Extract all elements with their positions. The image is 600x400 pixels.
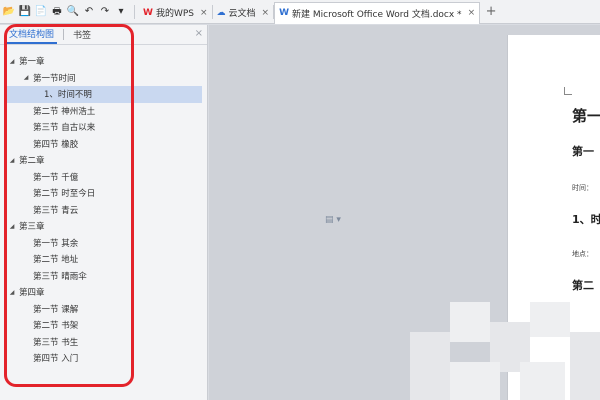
outline-item[interactable]: 第二节 地址 <box>6 251 202 268</box>
expand-caret-icon[interactable]: ◢ <box>8 223 16 230</box>
navigation-pane-tabs: 文档结构图 书签 × <box>0 25 207 45</box>
outline-item-label: 第二节 地址 <box>33 255 79 266</box>
outline-item[interactable]: ◢ 第四章 <box>6 284 202 301</box>
doc-heading-section-2: 第二 <box>572 279 594 292</box>
expand-caret-icon[interactable]: ◢ <box>8 157 16 164</box>
panel-tab-divider <box>63 29 65 40</box>
outline-item-label: 1、时间不明 <box>44 90 92 101</box>
outline-item[interactable]: 第一节 千億 <box>6 169 202 186</box>
outline-item-label: 第一节 千億 <box>33 172 79 183</box>
outline-item-label: 第二节 书架 <box>33 321 79 332</box>
close-icon[interactable]: × <box>195 28 203 39</box>
outline-item[interactable]: 第一节 课解 <box>6 301 202 318</box>
document-outline-tree: ◢ 第一章 ◢ 第一节时间 1、时间不明 第二节 神州浩土 第三节 自古以来 第四节 橡胶 ◢ 第… <box>6 53 202 367</box>
outline-item[interactable]: ◢ 第一节时间 <box>6 70 202 87</box>
outline-item[interactable]: 第二节 书架 <box>6 317 202 334</box>
outline-item-label: 第二章 <box>19 156 45 167</box>
outline-item[interactable]: 第三节 青云 <box>6 202 202 219</box>
close-icon[interactable]: × <box>262 8 270 18</box>
outline-item-label: 第一节 课解 <box>33 304 79 315</box>
tab-document-1[interactable]: ☁ 云文档 × <box>213 2 274 24</box>
print-preview-icon[interactable]: 🔍 <box>66 5 80 19</box>
cloud-icon: ☁ <box>216 7 226 18</box>
outline-item-label: 第三节 晴雨伞 <box>33 271 87 282</box>
outline-item[interactable]: ◢ 第三章 <box>6 218 202 235</box>
outline-item[interactable]: 第二节 时至今日 <box>6 185 202 202</box>
outline-item-label: 第三节 自古以来 <box>33 123 96 134</box>
tab-document-0[interactable]: W 我的WPS × <box>139 2 212 24</box>
outline-item[interactable]: 第四节 入门 <box>6 350 202 367</box>
document-tabs: W 我的WPS × ☁ 云文档 × W 新建 Microsoft Office Word 文档… <box>139 0 481 24</box>
new-tab-button[interactable]: + <box>483 4 499 20</box>
doc-heading-subsection: 1、时 <box>572 213 600 226</box>
dropdown-icon[interactable]: ▾ <box>114 5 128 19</box>
outline-item[interactable]: 第三节 晴雨伞 <box>6 268 202 285</box>
tab-bookmarks[interactable]: 书签 <box>70 26 94 43</box>
outline-item-label: 第四节 橡胶 <box>33 139 79 150</box>
outline-item-label: 第一节时间 <box>33 73 76 84</box>
undo-icon[interactable]: ↶ <box>82 5 96 19</box>
outline-item-label: 第二节 时至今日 <box>33 189 96 200</box>
quick-access-toolbar: 📂 💾 📄 🖶 🔍 ↶ ↷ ▾ <box>0 5 130 19</box>
outline-item-label: 第四节 入门 <box>33 354 79 365</box>
tab-label: 我的WPS <box>155 9 194 19</box>
title-toolbar: 📂 💾 📄 🖶 🔍 ↶ ↷ ▾ W 我的WPS × ☁ 云文档 × W 新建 Microsoft Offic… <box>0 0 600 24</box>
outline-item-label: 第一节 其余 <box>33 238 79 249</box>
navigation-pane: 文档结构图 书签 × ◢ 第一章 ◢ 第一节时间 1、时间不明 第二节 神州浩土 第三节 自… <box>0 25 208 400</box>
print-icon[interactable]: 🖶 <box>50 5 64 19</box>
outline-item[interactable]: 1、时间不明 <box>6 86 202 103</box>
export-icon[interactable]: 📄 <box>34 5 48 19</box>
outline-item[interactable]: 第二节 神州浩土 <box>6 103 202 120</box>
outline-item-label: 第四章 <box>19 288 45 299</box>
close-icon[interactable]: × <box>468 8 476 18</box>
outline-item[interactable]: 第四节 橡胶 <box>6 136 202 153</box>
expand-caret-icon[interactable]: ◢ <box>8 289 16 296</box>
outline-item-label: 第三章 <box>19 222 45 233</box>
toolbar-divider <box>134 4 135 19</box>
wps-logo-icon: W <box>279 8 290 18</box>
outline-item-label: 第一章 <box>19 57 45 68</box>
save-icon[interactable]: 💾 <box>18 5 32 19</box>
page-margin-marker <box>564 87 572 95</box>
outline-item-label: 第三节 青云 <box>33 205 79 216</box>
redo-icon[interactable]: ↷ <box>98 5 112 19</box>
doc-heading-chapter: 第一 <box>572 107 600 125</box>
outline-item-label: 第三节 书生 <box>33 337 79 348</box>
folder-open-icon[interactable]: 📂 <box>2 5 16 19</box>
close-icon[interactable]: × <box>200 8 208 18</box>
outline-item[interactable]: ◢ 第一章 <box>6 53 202 70</box>
paragraph-handle-icon[interactable]: ▤ ▾ <box>325 215 341 225</box>
outline-item-label: 第二节 神州浩土 <box>33 106 96 117</box>
expand-caret-icon[interactable]: ◢ <box>22 74 30 81</box>
doc-text-place: 地点： <box>572 250 593 258</box>
watermark-mosaic <box>410 302 600 400</box>
doc-heading-section: 第一 <box>572 145 594 158</box>
outline-item[interactable]: 第三节 自古以来 <box>6 119 202 136</box>
outline-item[interactable]: ◢ 第二章 <box>6 152 202 169</box>
tab-document-map[interactable]: 文档结构图 <box>6 25 58 44</box>
tab-label: 新建 Microsoft Office Word 文档.docx * <box>292 9 462 20</box>
wps-logo-icon: W <box>143 7 153 18</box>
outline-item[interactable]: 第三节 书生 <box>6 334 202 351</box>
doc-text-time: 时间： <box>572 184 593 192</box>
outline-item[interactable]: 第一节 其余 <box>6 235 202 252</box>
tab-document-2[interactable]: W 新建 Microsoft Office Word 文档.docx * × <box>274 1 481 24</box>
expand-caret-icon[interactable]: ◢ <box>8 58 16 65</box>
tab-label: 云文档 <box>228 9 256 19</box>
